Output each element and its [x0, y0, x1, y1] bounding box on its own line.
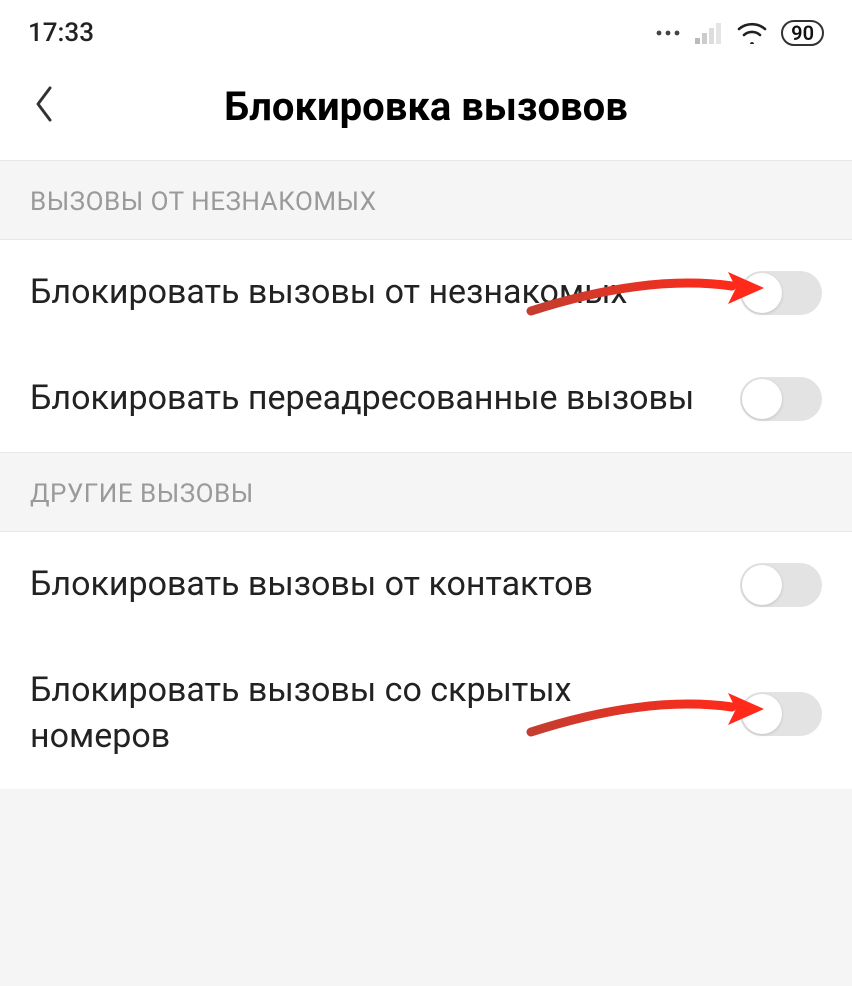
toggle-knob — [742, 273, 782, 313]
row-label: Блокировать вызовы от контактов — [30, 562, 720, 608]
status-bar: 17:33 90 — [0, 0, 852, 62]
status-time: 17:33 — [28, 18, 94, 48]
chevron-left-icon — [32, 84, 56, 128]
row-block-hidden[interactable]: Блокировать вызовы со скрытых номеров — [0, 638, 852, 790]
list-unknown: Блокировать вызовы от незнакомых Блокиро… — [0, 240, 852, 452]
more-icon — [655, 28, 681, 38]
row-label: Блокировать вызовы со скрытых номеров — [30, 668, 720, 760]
signal-icon — [695, 22, 723, 44]
toggle-knob — [742, 565, 782, 605]
back-button[interactable] — [20, 82, 68, 130]
toggle-knob — [742, 694, 782, 734]
battery-badge: 90 — [781, 20, 824, 46]
list-other: Блокировать вызовы от контактов Блокиров… — [0, 532, 852, 790]
row-label: Блокировать вызовы от незнакомых — [30, 270, 720, 316]
section-header-other: ДРУГИЕ ВЫЗОВЫ — [0, 452, 852, 532]
toggle-knob — [742, 379, 782, 419]
row-block-contacts[interactable]: Блокировать вызовы от контактов — [0, 532, 852, 638]
toggle-block-forwarded[interactable] — [740, 377, 822, 421]
page-title: Блокировка вызовов — [68, 83, 784, 130]
section-header-unknown: ВЫЗОВЫ ОТ НЕЗНАКОМЫХ — [0, 160, 852, 240]
row-label: Блокировать переадресованные вызовы — [30, 376, 720, 422]
status-right: 90 — [655, 20, 824, 46]
row-block-forwarded[interactable]: Блокировать переадресованные вызовы — [0, 346, 852, 452]
toggle-block-unknown[interactable] — [740, 271, 822, 315]
toggle-block-contacts[interactable] — [740, 563, 822, 607]
header: Блокировка вызовов — [0, 62, 852, 160]
toggle-block-hidden[interactable] — [740, 692, 822, 736]
row-block-unknown[interactable]: Блокировать вызовы от незнакомых — [0, 240, 852, 346]
wifi-icon — [737, 22, 767, 44]
